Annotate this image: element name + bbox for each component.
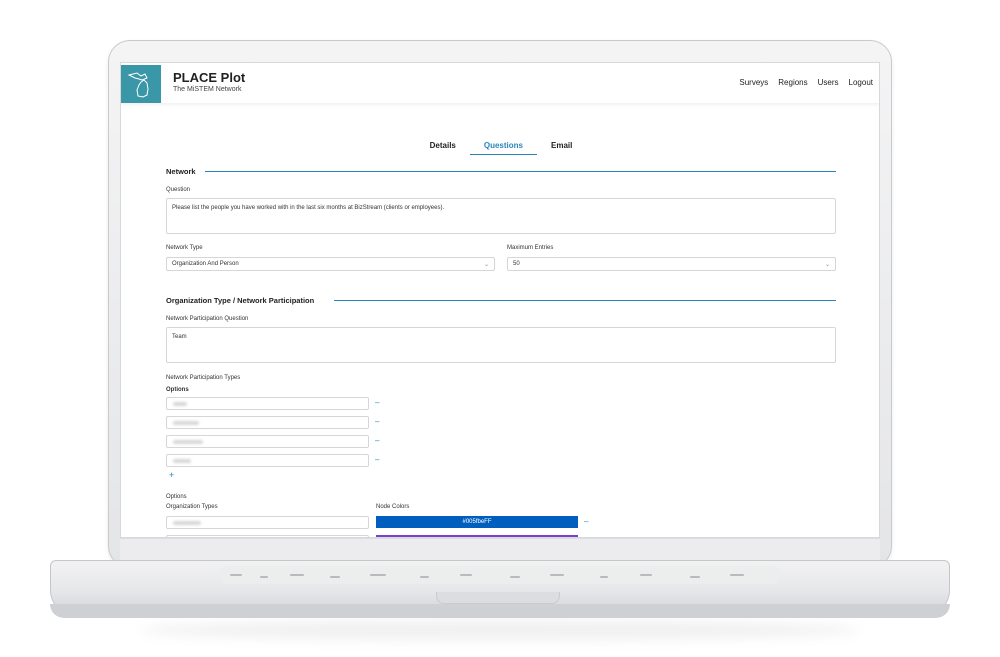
- key: [640, 574, 652, 576]
- redacted-text: [173, 459, 191, 463]
- key: [230, 574, 242, 576]
- tab-details[interactable]: Details: [416, 141, 470, 155]
- options-label: Options: [166, 387, 189, 393]
- node-colors-label: Node Colors: [376, 504, 410, 510]
- remove-option-icon[interactable]: –: [375, 436, 379, 445]
- network-heading: Network: [166, 167, 196, 176]
- key: [510, 576, 520, 578]
- participation-types-label: Network Participation Types: [166, 375, 241, 381]
- laptop-mockup: PLACE Plot The MiSTEM Network Surveys Re…: [0, 0, 1000, 657]
- participation-option-input[interactable]: [166, 397, 369, 410]
- laptop-bezel: [120, 538, 880, 562]
- question-label: Question: [166, 187, 191, 193]
- participation-question-label: Network Participation Question: [166, 316, 249, 322]
- key: [330, 576, 340, 578]
- key: [730, 574, 744, 576]
- question-textarea[interactable]: Please list the people you have worked w…: [166, 198, 836, 234]
- remove-option-icon[interactable]: –: [375, 398, 379, 407]
- max-entries-value: 50: [513, 261, 520, 267]
- redacted-text: [173, 402, 187, 406]
- key: [550, 574, 564, 576]
- network-heading-rule: [205, 171, 836, 172]
- remove-color-icon[interactable]: –: [584, 517, 588, 526]
- node-color-swatch[interactable]: #005fbeFF: [376, 516, 578, 528]
- org-options-label: Options: [166, 494, 187, 500]
- key: [290, 574, 304, 576]
- redacted-text: [173, 421, 199, 425]
- trackpad-notch: [436, 592, 560, 604]
- nav-regions[interactable]: Regions: [778, 78, 807, 87]
- survey-tabs: Details Questions Email: [121, 141, 879, 155]
- participation-question-textarea[interactable]: Team: [166, 327, 836, 363]
- key: [460, 574, 472, 576]
- participation-option-input[interactable]: [166, 454, 369, 467]
- network-type-select[interactable]: Organization And Person ⌄: [166, 257, 495, 271]
- network-type-value: Organization And Person: [172, 261, 239, 267]
- nav-surveys[interactable]: Surveys: [739, 78, 768, 87]
- key: [600, 576, 608, 578]
- participation-option-input[interactable]: [166, 435, 369, 448]
- participation-heading: Organization Type / Network Participatio…: [166, 296, 315, 305]
- org-type-input[interactable]: [166, 535, 369, 537]
- top-nav: Surveys Regions Users Logout: [739, 78, 873, 87]
- michigan-logo-icon[interactable]: [121, 65, 161, 103]
- laptop-base-lip: [50, 604, 950, 618]
- remove-option-icon[interactable]: –: [375, 455, 379, 464]
- chevron-down-icon: ⌄: [824, 262, 830, 268]
- app-title: PLACE Plot: [173, 70, 246, 85]
- laptop-screen: PLACE Plot The MiSTEM Network Surveys Re…: [120, 62, 880, 538]
- participation-heading-rule: [334, 300, 836, 301]
- nav-logout[interactable]: Logout: [849, 78, 873, 87]
- org-type-input[interactable]: [166, 516, 369, 529]
- key: [690, 576, 700, 578]
- redacted-text: [173, 521, 201, 525]
- laptop-shadow: [140, 620, 860, 640]
- node-color-swatch-2[interactable]: [376, 535, 578, 537]
- redacted-text: [173, 440, 203, 444]
- network-type-label: Network Type: [166, 245, 203, 251]
- org-types-label: Organization Types: [166, 504, 218, 510]
- key: [370, 574, 386, 576]
- key: [420, 576, 429, 578]
- chevron-down-icon: ⌄: [483, 262, 489, 268]
- remove-option-icon[interactable]: –: [375, 417, 379, 426]
- tab-questions[interactable]: Questions: [469, 141, 537, 155]
- participation-option-input[interactable]: [166, 416, 369, 429]
- max-entries-label: Maximum Entries: [507, 245, 554, 251]
- add-option-icon[interactable]: +: [169, 470, 174, 480]
- app-subtitle: The MiSTEM Network: [173, 86, 242, 93]
- tab-email[interactable]: Email: [537, 141, 586, 155]
- app-header: PLACE Plot The MiSTEM Network Surveys Re…: [121, 63, 879, 103]
- max-entries-select[interactable]: 50 ⌄: [507, 257, 836, 271]
- key: [260, 576, 268, 578]
- nav-users[interactable]: Users: [818, 78, 839, 87]
- keyboard-strip: [220, 566, 780, 584]
